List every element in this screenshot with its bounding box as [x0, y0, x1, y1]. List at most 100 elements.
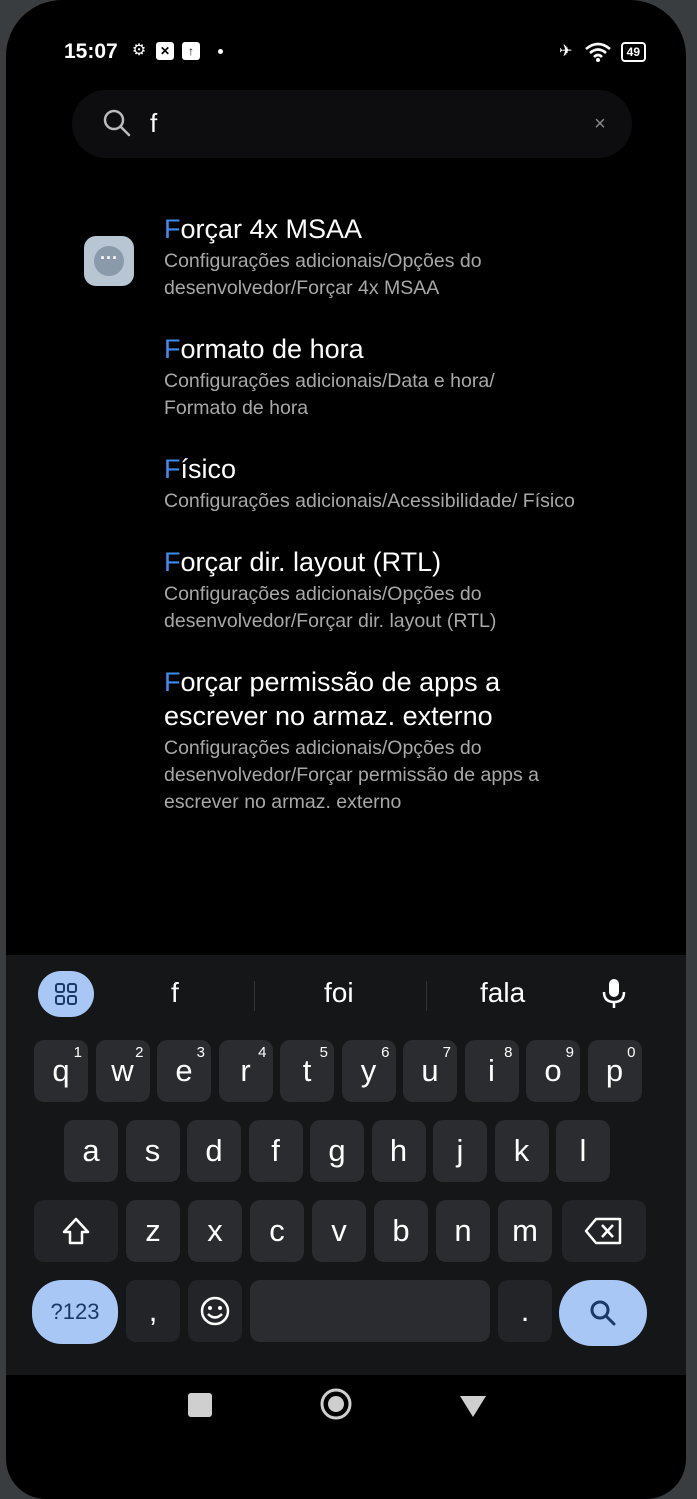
key-i[interactable]: i8: [464, 1040, 519, 1102]
key-letter: o: [544, 1053, 562, 1088]
search-submit-key[interactable]: [559, 1280, 647, 1346]
result-item[interactable]: Forçar permissão de apps a escrever no a…: [6, 665, 686, 816]
key-number-hint: 6: [381, 1044, 390, 1061]
key-t[interactable]: t5: [280, 1040, 334, 1102]
space-key[interactable]: [250, 1280, 490, 1342]
key-f[interactable]: f: [248, 1120, 303, 1182]
key-letter: i: [488, 1053, 495, 1088]
result-path: Configurações adicionais/Acessibilidade/…: [164, 490, 575, 512]
result-item[interactable]: Formato de hora Configurações adicionais…: [6, 332, 686, 422]
key-number-hint: 2: [135, 1044, 144, 1061]
x-badge-icon: ✕: [156, 42, 174, 60]
key-x[interactable]: x: [188, 1200, 242, 1262]
key-p[interactable]: p0: [587, 1040, 642, 1102]
key-w[interactable]: w2: [95, 1040, 150, 1102]
suggestion-word[interactable]: foi: [324, 977, 354, 1009]
back-button[interactable]: [458, 1393, 488, 1419]
phone-screen: 15:07 ⚙ ✕ ↑ ✈ 49 f × ··· Forçar 4x MSAA …: [6, 0, 686, 1499]
search-icon: [103, 109, 131, 137]
backspace-icon: [584, 1217, 622, 1245]
key-z[interactable]: z: [126, 1200, 180, 1262]
search-bar[interactable]: f ×: [72, 90, 632, 158]
emoji-icon: [200, 1296, 230, 1326]
recents-button[interactable]: [188, 1393, 212, 1417]
result-path: Configurações adicionais/Opções do desen…: [164, 583, 497, 632]
key-v[interactable]: v: [312, 1200, 366, 1262]
key-s[interactable]: s: [125, 1120, 180, 1182]
suggestion-word[interactable]: f: [171, 977, 179, 1009]
result-title: Forçar 4x MSAA: [164, 214, 363, 244]
result-title: Físico: [164, 454, 237, 484]
key-number-hint: 1: [73, 1044, 82, 1061]
period-key[interactable]: .: [498, 1280, 552, 1342]
key-number-hint: 9: [565, 1044, 574, 1061]
key-r[interactable]: r4: [218, 1040, 273, 1102]
divider: [254, 981, 255, 1011]
key-letter: y: [360, 1053, 377, 1088]
shift-key[interactable]: [34, 1200, 118, 1262]
search-results-list: ··· Forçar 4x MSAA Configurações adicion…: [6, 212, 686, 846]
search-input[interactable]: f: [150, 108, 157, 139]
suggestion-word[interactable]: fala: [480, 977, 525, 1009]
airplane-icon: ✈: [558, 43, 573, 60]
emoji-key[interactable]: [188, 1280, 242, 1342]
keyboard-menu-button[interactable]: [38, 971, 94, 1017]
key-y[interactable]: y6: [341, 1040, 396, 1102]
battery-icon: 49: [620, 42, 646, 62]
clear-search-button[interactable]: ×: [588, 112, 612, 136]
key-h[interactable]: h: [371, 1120, 426, 1182]
key-number-hint: 8: [504, 1044, 513, 1061]
shift-arrow-icon: [62, 1217, 90, 1245]
key-letter: u: [421, 1053, 439, 1088]
upload-icon: ↑: [182, 42, 200, 60]
key-number-hint: 3: [196, 1044, 205, 1061]
key-q[interactable]: q1: [34, 1040, 88, 1102]
key-number-hint: 7: [442, 1044, 451, 1061]
status-right-icons: ✈ 49: [557, 42, 646, 62]
navigation-bar: [6, 1375, 686, 1455]
key-letter: r: [240, 1053, 251, 1088]
key-g[interactable]: g: [310, 1120, 364, 1182]
backspace-key[interactable]: [562, 1200, 646, 1262]
result-item[interactable]: Forçar dir. layout (RTL) Configurações a…: [6, 545, 686, 635]
key-b[interactable]: b: [374, 1200, 428, 1262]
result-item[interactable]: ··· Forçar 4x MSAA Configurações adicion…: [6, 212, 686, 302]
keyboard: f foi fala q1w2e3r4t5y6u7i8o9p0 asdfghjk…: [6, 955, 686, 1375]
symbols-key[interactable]: ?123: [32, 1280, 118, 1344]
settings-app-icon: ···: [84, 236, 134, 286]
result-path: Configurações adicionais/Opções do desen…: [164, 737, 540, 813]
result-title: Formato de hora: [164, 334, 364, 364]
key-number-hint: 0: [627, 1044, 636, 1061]
key-o[interactable]: o9: [526, 1040, 580, 1102]
status-time: 15:07: [64, 40, 118, 63]
apps-grid-icon: [55, 983, 77, 1005]
key-a[interactable]: a: [64, 1120, 118, 1182]
notification-dot-icon: [218, 48, 223, 54]
microphone-icon[interactable]: [596, 975, 632, 1011]
home-button[interactable]: [319, 1387, 353, 1421]
key-d[interactable]: d: [187, 1120, 241, 1182]
result-title: Forçar dir. layout (RTL): [164, 547, 442, 577]
key-n[interactable]: n: [436, 1200, 490, 1262]
key-e[interactable]: e3: [157, 1040, 211, 1102]
gear-icon: ⚙: [131, 42, 147, 59]
divider: [426, 981, 427, 1011]
key-j[interactable]: j: [433, 1120, 487, 1182]
key-letter: e: [175, 1053, 193, 1088]
key-m[interactable]: m: [498, 1200, 552, 1262]
key-u[interactable]: u7: [403, 1040, 457, 1102]
key-c[interactable]: c: [250, 1200, 304, 1262]
result-title: Forçar permissão de apps a escrever no a…: [164, 667, 501, 731]
key-letter: q: [52, 1053, 70, 1088]
key-letter: w: [111, 1053, 134, 1088]
result-path: Configurações adicionais/Data e hora/ Fo…: [164, 370, 495, 419]
key-number-hint: 5: [319, 1044, 328, 1061]
status-bar: 15:07 ⚙ ✕ ↑ ✈ 49: [6, 36, 686, 76]
key-k[interactable]: k: [494, 1120, 549, 1182]
comma-key[interactable]: ,: [126, 1280, 180, 1342]
wifi-icon: [584, 42, 611, 62]
result-path: Configurações adicionais/Opções do desen…: [164, 250, 482, 299]
result-item[interactable]: Físico Configurações adicionais/Acessibi…: [6, 452, 686, 515]
key-l[interactable]: l: [556, 1120, 610, 1182]
key-letter: t: [302, 1053, 312, 1088]
